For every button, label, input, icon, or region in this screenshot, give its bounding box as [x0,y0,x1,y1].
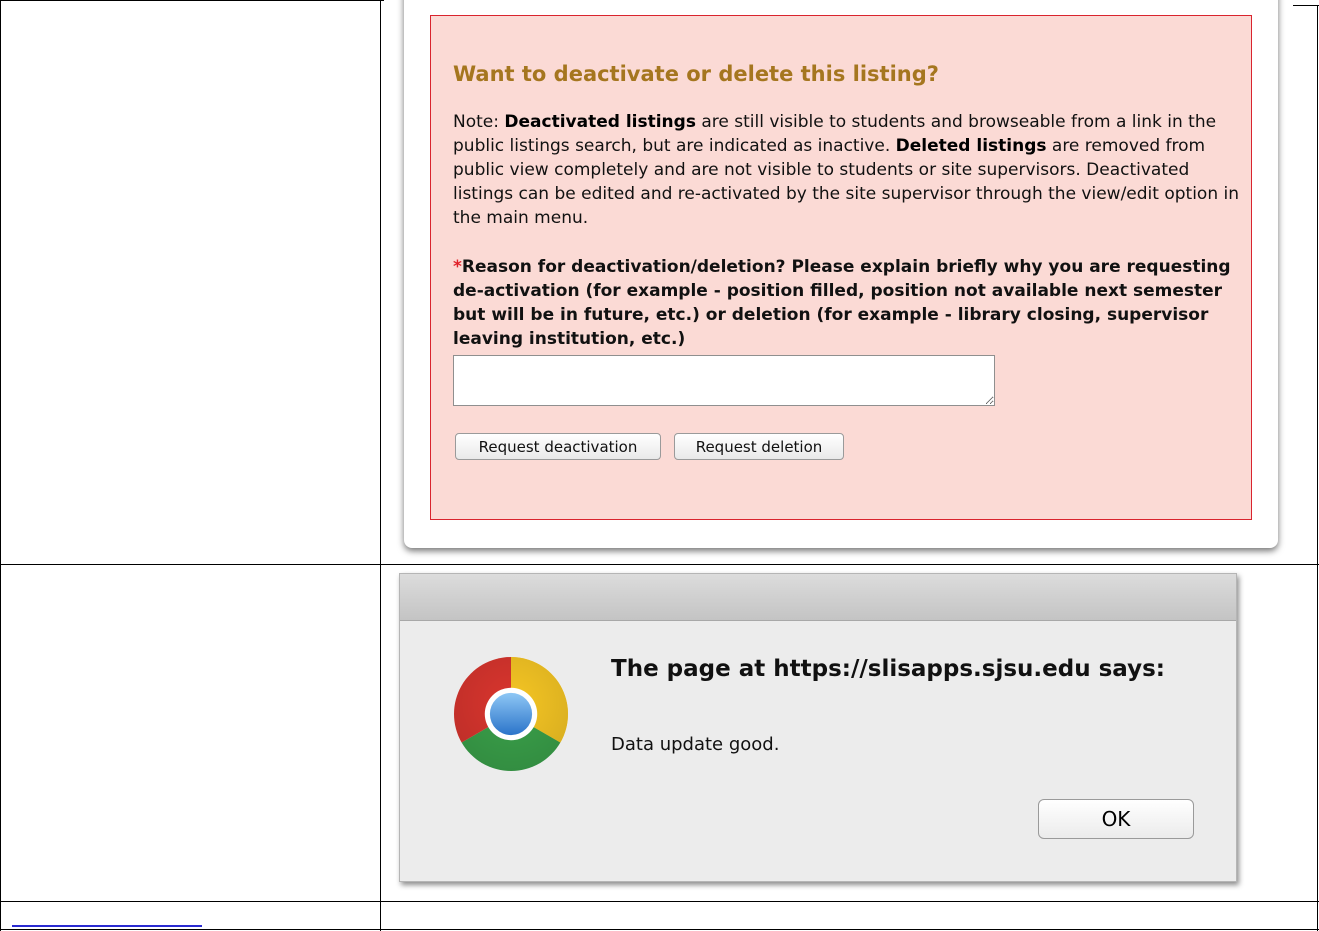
dialog-message: Data update good. [611,734,780,755]
deactivate-title: Want to deactivate or delete this listin… [453,62,939,86]
table-right-border [1317,5,1318,931]
footer-link[interactable] [12,925,202,927]
note-prefix: Note: [453,112,505,132]
ok-button[interactable]: OK [1038,799,1194,839]
table-left-border [0,0,1,931]
deactivated-term: Deactivated listings [504,112,696,132]
chrome-logo-icon [454,657,568,771]
request-deletion-button[interactable]: Request deletion [674,433,844,460]
reason-textarea[interactable] [453,355,995,406]
request-deactivation-button[interactable]: Request deactivation [455,433,661,460]
table-column-divider [380,0,381,931]
table-top-border-right [1293,5,1319,6]
table-top-border [0,0,384,1]
required-marker: * [453,257,462,277]
dialog-heading: The page at https://slisapps.sjsu.edu sa… [611,656,1165,682]
table-row-divider [0,901,1319,902]
dialog-titlebar [400,574,1236,621]
deleted-term: Deleted listings [895,136,1047,156]
reason-label: *Reason for deactivation/deletion? Pleas… [453,255,1243,351]
reason-label-text: Reason for deactivation/deletion? Please… [453,257,1231,349]
table-bottom-border [0,929,1319,930]
deactivate-note: Note: Deactivated listings are still vis… [453,110,1243,230]
table-row-divider [0,564,1319,565]
